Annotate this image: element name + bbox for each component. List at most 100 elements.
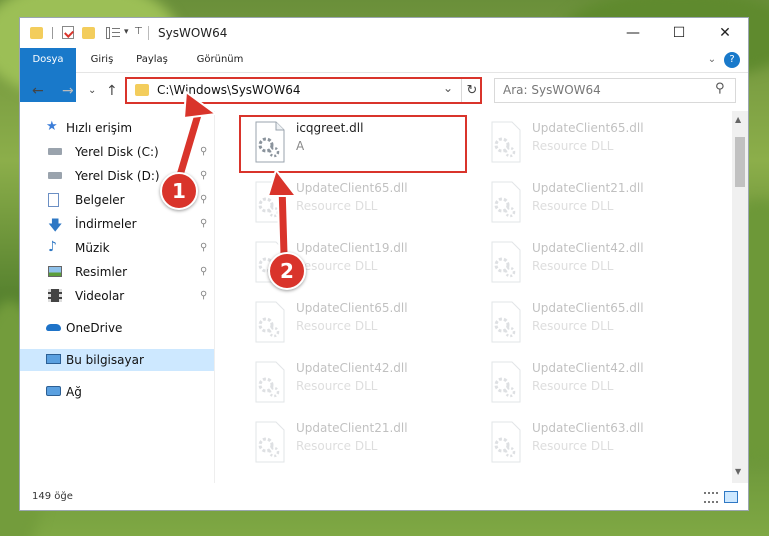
view-menu-icon[interactable] [106,27,120,39]
window-title: SysWOW64 [158,26,228,40]
file-name: UpdateClient65.dll [296,181,408,195]
sidebar-item-label: Hızlı erişim [66,121,133,135]
file-item[interactable]: UpdateClient21.dll Resource DLL [480,175,710,229]
pane-divider[interactable] [214,111,215,483]
properties-icon[interactable] [62,26,74,39]
dll-file-icon [488,301,524,343]
item-count: 149 öğe [32,491,73,502]
sidebar-item-label: Müzik [75,241,110,255]
sidebar-item-network[interactable]: Ağ [20,381,214,403]
vertical-scrollbar[interactable]: ▲ ▼ [732,111,748,483]
pin-icon[interactable]: ⚲ [200,194,207,205]
file-item[interactable]: UpdateClient65.dll Resource DLL [244,295,474,349]
file-name: UpdateClient65.dll [532,301,644,315]
pin-icon[interactable]: ⚲ [200,242,207,253]
drive-icon [48,172,62,179]
file-item[interactable]: UpdateClient63.dll Resource DLL [480,415,710,469]
folder-icon [30,27,43,39]
large-icons-view-icon[interactable] [724,491,738,503]
sidebar-item-pictures[interactable]: Resimler ⚲ [20,261,214,283]
file-item[interactable]: UpdateClient42.dll Resource DLL [480,355,710,409]
separator-icon [148,26,149,40]
separator-icon [52,27,53,39]
sidebar-item-label: Videolar [75,289,125,303]
downloads-icon: 🡇 [48,218,63,234]
minimize-button[interactable]: — [610,18,656,48]
sidebar-item-onedrive[interactable]: OneDrive [20,317,214,339]
forward-button[interactable]: → [62,83,74,99]
tab-home[interactable]: Giriş [80,48,124,72]
sidebar-item-local-disk-c[interactable]: Yerel Disk (C:) ⚲ [20,141,214,163]
file-name: UpdateClient65.dll [296,301,408,315]
tab-view[interactable]: Görünüm [188,48,252,72]
file-item[interactable]: UpdateClient65.dll Resource DLL [480,295,710,349]
dll-file-icon [252,301,288,343]
file-description: Resource DLL [532,319,614,333]
cloud-icon [46,324,61,331]
scroll-up-icon[interactable]: ▲ [735,115,741,124]
sidebar-item-label: Belgeler [75,193,125,207]
scroll-down-icon[interactable]: ▼ [735,467,741,476]
pictures-icon [48,266,62,277]
file-item[interactable]: UpdateClient65.dll Resource DLL [480,115,710,169]
dll-file-icon [252,421,288,463]
pin-icon[interactable]: ⚲ [200,266,207,277]
search-input[interactable]: Ara: SysWOW64 [503,83,601,97]
file-description: Resource DLL [296,379,378,393]
ribbon-tabs: Dosya Giriş Paylaş Görünüm ⌄ ? [20,48,748,102]
sidebar-item-quick-access[interactable]: ★ Hızlı erişim [20,117,214,139]
pin-icon[interactable]: ⚲ [200,218,207,229]
pin-icon[interactable]: ⚲ [200,170,207,181]
file-description: Resource DLL [532,439,614,453]
dll-file-icon [488,121,524,163]
new-folder-icon[interactable] [82,27,95,39]
up-button[interactable]: ↑ [106,83,118,99]
dll-file-icon [252,361,288,403]
recent-locations-button[interactable]: ⌄ [88,85,96,96]
file-item[interactable]: UpdateClient42.dll Resource DLL [480,235,710,289]
back-button[interactable]: ← [32,83,44,99]
file-description: Resource DLL [296,199,378,213]
file-name: UpdateClient63.dll [532,421,644,435]
network-icon [46,386,61,396]
navigation-pane: ★ Hızlı erişim Yerel Disk (C:) ⚲ Yerel D… [20,111,214,483]
file-description: Resource DLL [296,259,378,273]
file-item[interactable]: UpdateClient65.dll Resource DLL [244,175,474,229]
dll-file-icon [488,241,524,283]
sidebar-item-label: Yerel Disk (C:) [75,145,159,159]
sidebar-item-downloads[interactable]: 🡇 İndirmeler ⚲ [20,213,214,235]
music-icon: ♪ [48,239,57,255]
file-item[interactable]: UpdateClient42.dll Resource DLL [244,355,474,409]
sidebar-item-this-pc[interactable]: Bu bilgisayar [20,349,214,371]
close-button[interactable]: ✕ [702,18,748,48]
expand-ribbon-icon[interactable]: ⌄ [702,48,722,72]
pin-icon[interactable]: ⚲ [200,290,207,301]
sidebar-item-label: İndirmeler [75,217,137,231]
file-name: UpdateClient42.dll [532,241,644,255]
title-bar: ▾ ⊤ SysWOW64 — ☐ ✕ [20,18,748,48]
documents-icon [48,193,59,207]
file-item[interactable]: UpdateClient21.dll Resource DLL [244,415,474,469]
details-view-icon[interactable] [704,492,718,503]
sidebar-item-music[interactable]: ♪ Müzik ⚲ [20,237,214,259]
maximize-button[interactable]: ☐ [656,18,702,48]
file-name: UpdateClient19.dll [296,241,408,255]
file-name: UpdateClient21.dll [296,421,408,435]
file-name: UpdateClient65.dll [532,121,644,135]
search-box[interactable]: Ara: SysWOW64 ⚲ [494,78,736,103]
sidebar-item-label: Ağ [66,385,82,399]
sidebar-item-videos[interactable]: Videolar ⚲ [20,285,214,307]
sidebar-item-label: Resimler [75,265,128,279]
dll-file-icon [488,181,524,223]
tab-share[interactable]: Paylaş [128,48,176,72]
scrollbar-thumb[interactable] [735,137,745,187]
sidebar-item-label: Yerel Disk (D:) [75,169,160,183]
search-icon[interactable]: ⚲ [715,81,725,96]
dll-file-icon [488,421,524,463]
help-icon[interactable]: ? [724,52,740,68]
customize-toolbar-icon[interactable]: ▾ [124,27,129,43]
separator-icon: ⊤ [134,26,143,37]
pin-icon[interactable]: ⚲ [200,146,207,157]
drive-icon [48,148,62,155]
file-highlight [239,115,467,173]
